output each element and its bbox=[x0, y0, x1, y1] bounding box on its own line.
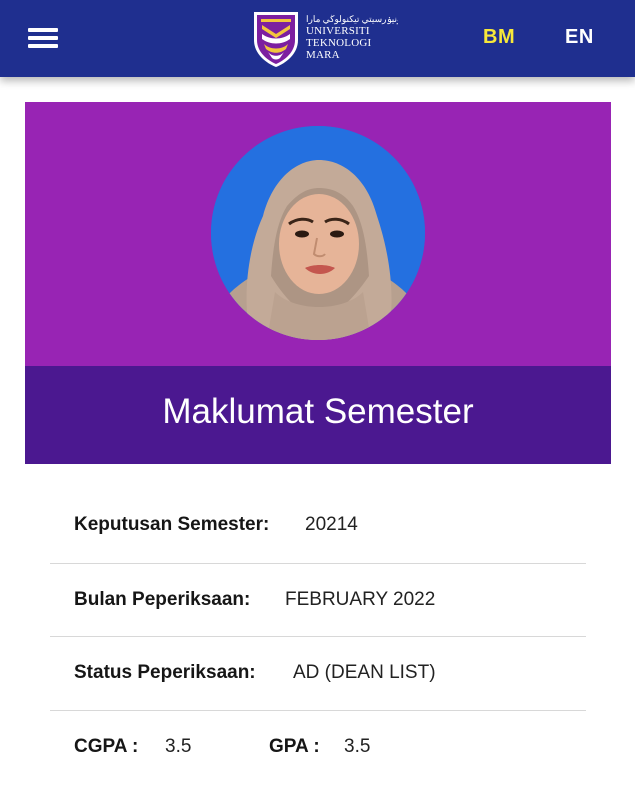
gpa-value: 3.5 bbox=[344, 736, 371, 757]
uitm-logo[interactable]: اونيۏرسيتي تيكنولوڬي مارا UNIVERSITI TEK… bbox=[252, 10, 398, 68]
top-navigation-bar: اونيۏرسيتي تيكنولوڬي مارا UNIVERSITI TEK… bbox=[0, 0, 635, 77]
exam-month-row: Bulan Peperiksaan: FEBRUARY 2022 bbox=[50, 564, 586, 636]
cgpa-label: CGPA : bbox=[74, 736, 139, 757]
menu-bar-line bbox=[28, 36, 58, 40]
exam-month-label: Bulan Peperiksaan: bbox=[74, 589, 251, 610]
logo-line-2: TEKNOLOGI bbox=[306, 37, 372, 49]
avatar bbox=[211, 126, 425, 340]
exam-status-row: Status Peperiksaan: AD (DEAN LIST) bbox=[50, 637, 586, 709]
language-en-button[interactable]: EN bbox=[565, 26, 594, 49]
gpa-row: CGPA : 3.5 GPA : 3.5 bbox=[50, 711, 586, 783]
semester-label: Keputusan Semester: bbox=[74, 514, 270, 535]
logo-line-1: UNIVERSITI bbox=[306, 25, 370, 37]
cgpa-value: 3.5 bbox=[165, 736, 192, 757]
language-bm-button[interactable]: BM bbox=[483, 26, 515, 49]
exam-status-value: AD (DEAN LIST) bbox=[293, 662, 436, 683]
logo-jawi-text: اونيۏرسيتي تيكنولوڬي مارا bbox=[306, 14, 398, 24]
page-title: Maklumat Semester bbox=[162, 392, 474, 431]
logo-wordmark: اونيۏرسيتي تيكنولوڬي مارا UNIVERSITI TEK… bbox=[306, 14, 398, 61]
profile-card-title-bar: Maklumat Semester bbox=[25, 366, 611, 464]
menu-bar-line bbox=[28, 28, 58, 32]
semester-value: 20214 bbox=[305, 514, 358, 535]
profile-card: Maklumat Semester bbox=[25, 102, 611, 464]
profile-card-header bbox=[25, 102, 611, 366]
menu-bar-line bbox=[28, 44, 58, 48]
logo-line-3: MARA bbox=[306, 49, 340, 61]
exam-status-label: Status Peperiksaan: bbox=[74, 662, 256, 683]
exam-month-value: FEBRUARY 2022 bbox=[285, 589, 436, 610]
semester-row: Keputusan Semester: 20214 bbox=[50, 490, 586, 562]
student-photo-icon bbox=[211, 126, 425, 340]
uitm-crest-icon bbox=[254, 12, 298, 67]
gpa-label: GPA : bbox=[269, 736, 320, 757]
hamburger-menu-icon[interactable] bbox=[28, 26, 60, 50]
